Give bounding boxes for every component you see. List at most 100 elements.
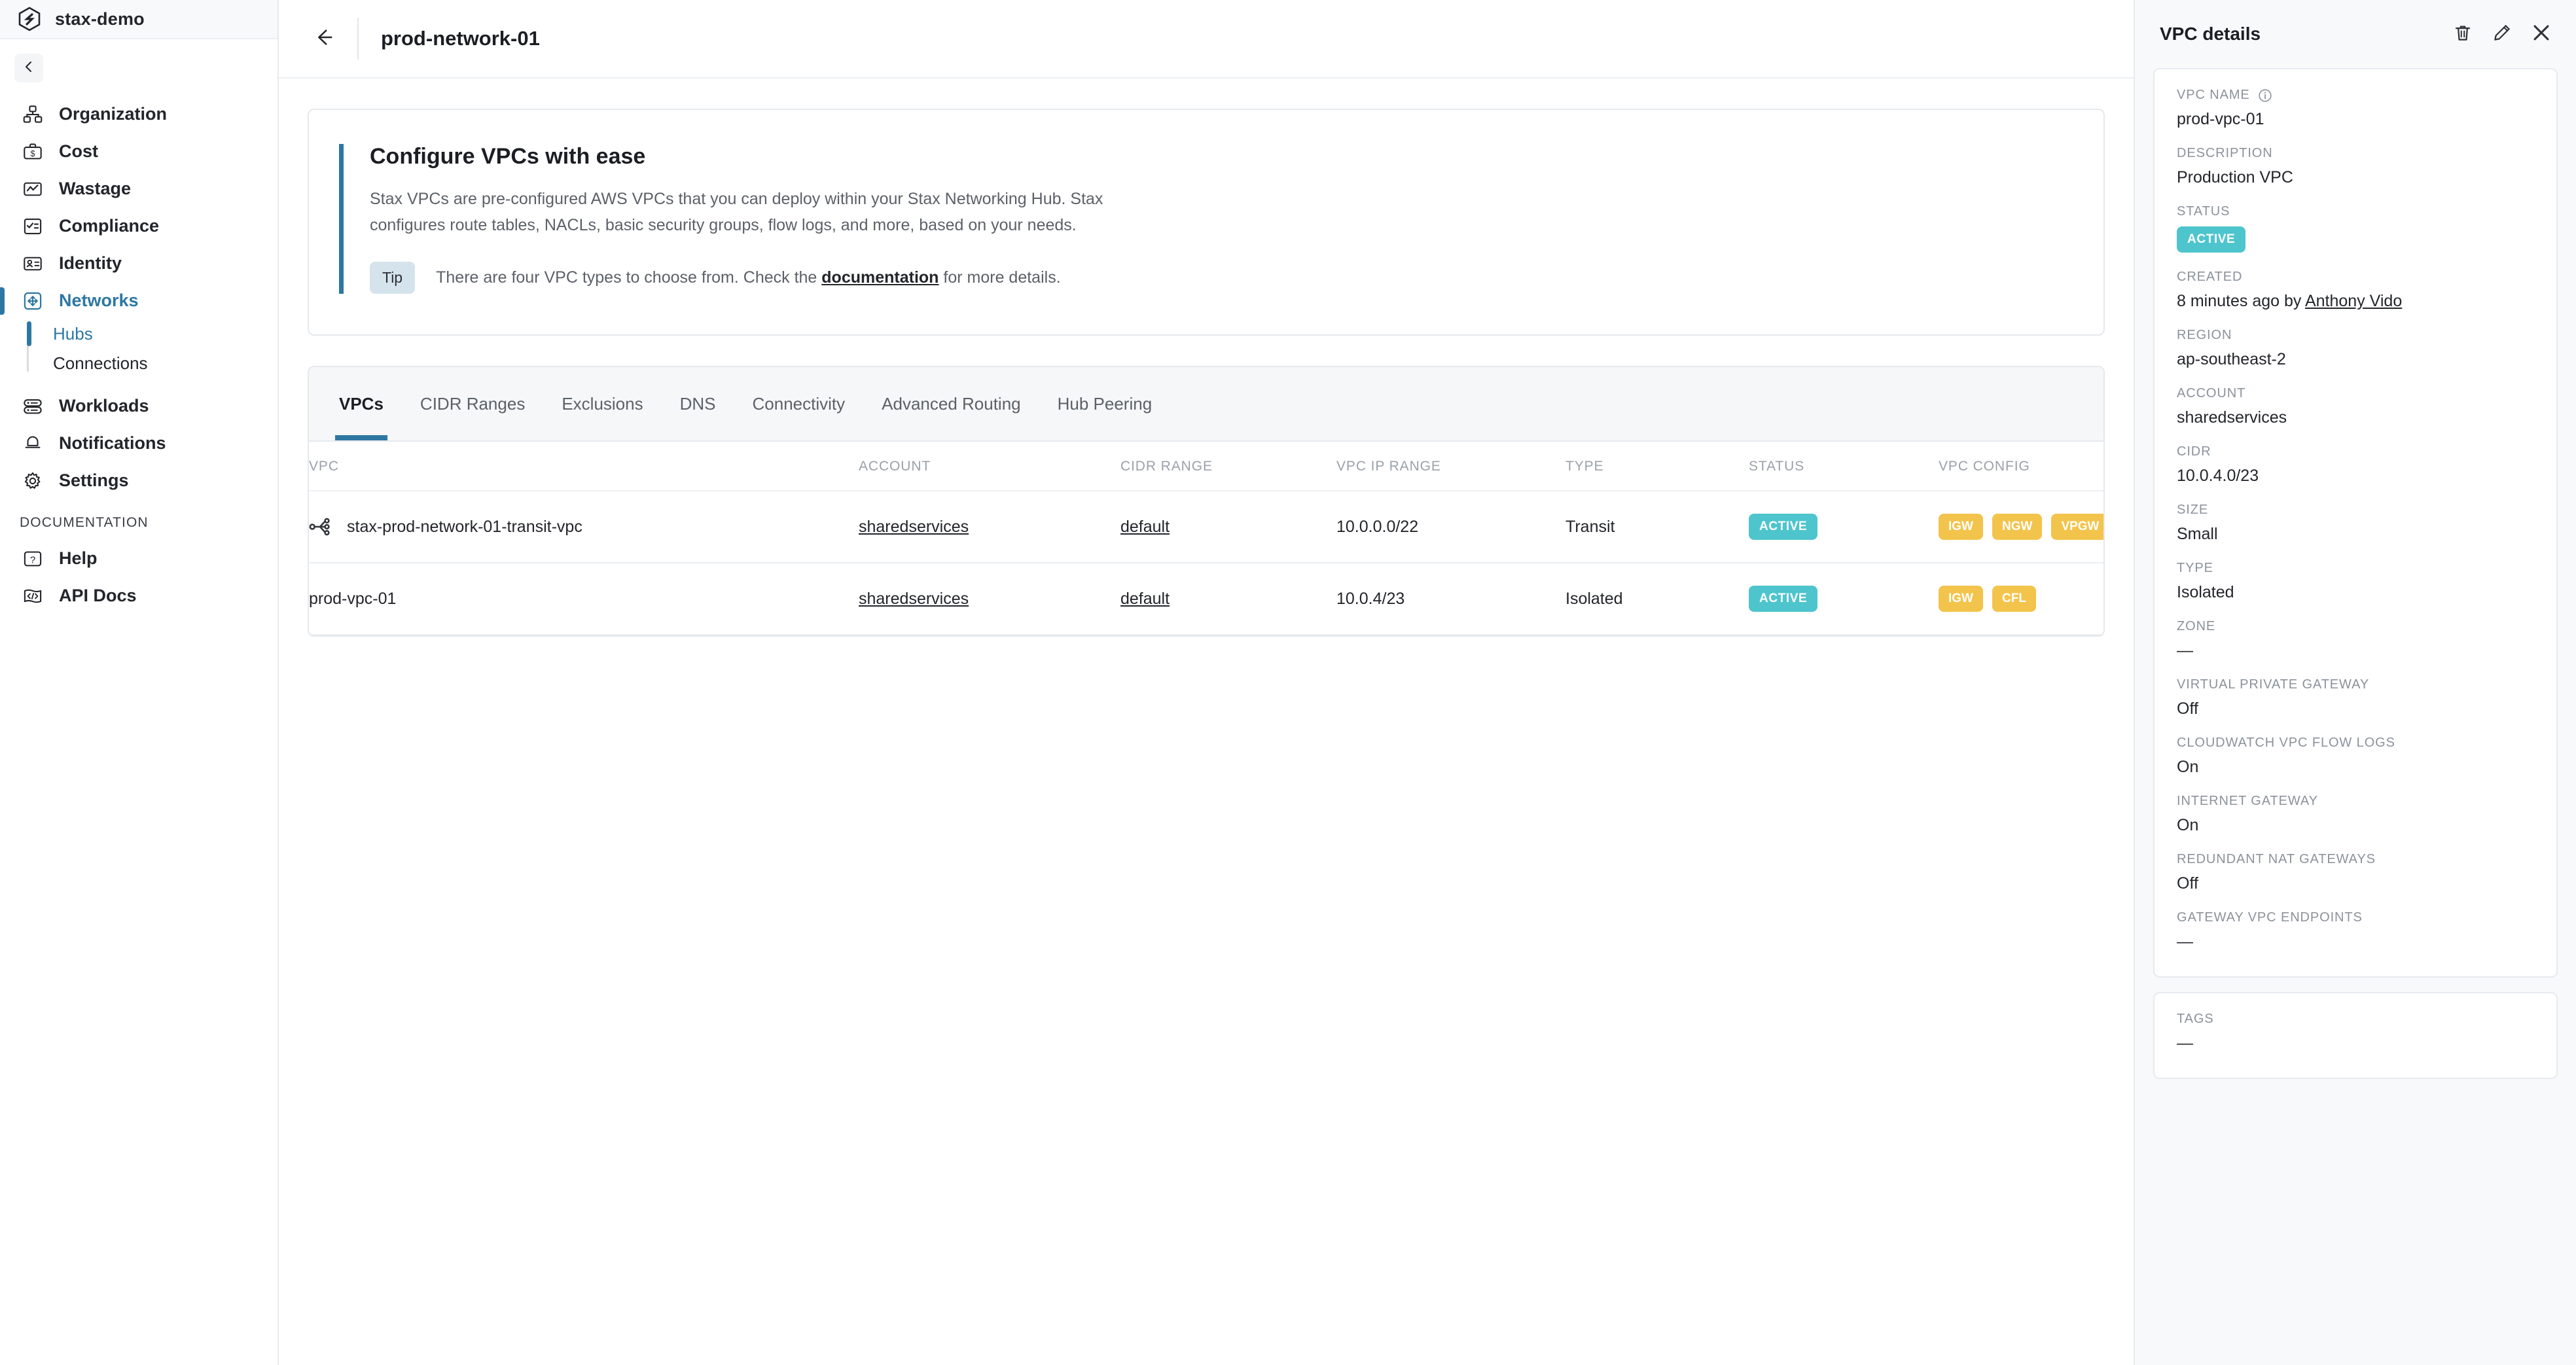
field-value: Isolated [2177, 583, 2234, 601]
info-icon[interactable] [2258, 88, 2272, 103]
field-value: Production VPC [2177, 168, 2293, 186]
field-tags: TAGS — [2177, 1012, 2534, 1053]
stax-hexagon-logo-icon [18, 7, 41, 31]
field-created: CREATED 8 minutes ago by Anthony Vido [2177, 270, 2534, 311]
sidebar-subitem-hubs[interactable]: Hubs [25, 319, 277, 349]
tab-exclusions[interactable]: Exclusions [543, 367, 661, 440]
close-panel-button[interactable] [2526, 19, 2556, 49]
cidr-range-link[interactable]: default [1120, 518, 1170, 536]
field-value: On [2177, 758, 2199, 776]
tab-dns[interactable]: DNS [662, 367, 734, 440]
sidebar-item-label: Help [59, 548, 98, 568]
gear-icon [20, 468, 46, 494]
tab-label: Connectivity [752, 393, 846, 414]
col-header-ip-range[interactable]: VPC IP RANGE [1336, 442, 1565, 491]
col-header-type[interactable]: TYPE [1565, 442, 1749, 491]
field-value: sharedservices [2177, 408, 2287, 427]
cell-vpc[interactable]: stax-prod-network-01-transit-vpc [309, 491, 859, 563]
cell-status: ACTIVE [1749, 491, 1939, 563]
cell-vpc-config: IGW CFL [1939, 563, 2103, 635]
field-label: CREATED [2177, 270, 2243, 284]
field-value: — [2177, 641, 2193, 660]
networks-subnav: Hubs Connections [0, 319, 277, 378]
field-value: ACTIVE [2177, 226, 2534, 253]
tab-advanced-routing[interactable]: Advanced Routing [863, 367, 1039, 440]
briefcase-dollar-icon: $ [20, 139, 46, 165]
sidebar-item-api-docs[interactable]: API Docs [0, 577, 277, 614]
sidebar-subitem-label: Hubs [53, 324, 93, 344]
cell-vpc[interactable]: prod-vpc-01 [309, 563, 859, 635]
status-badge: ACTIVE [1749, 586, 1818, 612]
col-header-status[interactable]: STATUS [1749, 442, 1939, 491]
sidebar-item-label: Cost [59, 141, 98, 161]
org-chart-icon [20, 101, 46, 128]
sidebar-item-networks[interactable]: Networks [0, 282, 277, 319]
vpc-name: stax-prod-network-01-transit-vpc [347, 517, 582, 536]
table-row[interactable]: stax-prod-network-01-transit-vpc shareds… [309, 491, 2103, 563]
question-box-icon: ? [20, 546, 46, 572]
banner-tip-row: Tip There are four VPC types to choose f… [370, 262, 2103, 294]
field-type: TYPE Isolated [2177, 561, 2534, 602]
field-label: TYPE [2177, 561, 2213, 575]
tab-vpcs[interactable]: VPCs [321, 367, 402, 440]
tab-label: CIDR Ranges [420, 393, 526, 414]
field-label: DESCRIPTION [2177, 146, 2273, 160]
table-row[interactable]: prod-vpc-01 sharedservices default 10.0.… [309, 563, 2103, 635]
sidebar-item-help[interactable]: ? Help [0, 540, 277, 577]
field-label: CLOUDWATCH VPC FLOW LOGS [2177, 736, 2395, 750]
sidebar-item-wastage[interactable]: Wastage [0, 170, 277, 207]
status-badge: ACTIVE [1749, 514, 1818, 540]
tab-hub-peering[interactable]: Hub Peering [1039, 367, 1171, 440]
page-title: prod-network-01 [381, 27, 540, 50]
cell-vpc-config: IGW NGW VPGW [1939, 491, 2103, 563]
field-status: STATUS ACTIVE [2177, 204, 2534, 253]
status-badge: ACTIVE [2177, 226, 2246, 253]
sidebar-item-label: Workloads [59, 396, 149, 416]
sidebar-item-identity[interactable]: Identity [0, 245, 277, 282]
svg-text:?: ? [30, 554, 35, 565]
col-header-vpc[interactable]: VPC [309, 442, 859, 491]
documentation-link[interactable]: documentation [821, 268, 939, 287]
sidebar-subitem-connections[interactable]: Connections [25, 349, 277, 378]
sidebar-item-workloads[interactable]: Workloads [0, 387, 277, 425]
config-badge-igw: IGW [1939, 586, 1983, 612]
primary-nav: Organization $ Cost Wastage Compliance I… [0, 96, 277, 614]
field-label: INTERNET GATEWAY [2177, 794, 2318, 808]
chevron-left-icon [21, 59, 37, 78]
sidebar-collapse-button[interactable] [14, 54, 43, 82]
brand-name: stax-demo [55, 9, 145, 29]
cidr-range-link[interactable]: default [1120, 590, 1170, 608]
edit-vpc-button[interactable] [2487, 19, 2517, 49]
tab-connectivity[interactable]: Connectivity [734, 367, 864, 440]
field-label: ACCOUNT [2177, 386, 2246, 400]
created-by-link[interactable]: Anthony Vido [2305, 292, 2402, 310]
config-badge-cfl: CFL [1992, 586, 2036, 612]
sidebar-item-settings[interactable]: Settings [0, 462, 277, 499]
field-region: REGION ap-southeast-2 [2177, 328, 2534, 369]
back-button[interactable] [304, 19, 343, 58]
col-header-vpc-config[interactable]: VPC CONFIG [1939, 442, 2103, 491]
delete-vpc-button[interactable] [2448, 19, 2478, 49]
field-redundant-nat-gateways: REDUNDANT NAT GATEWAYS Off [2177, 852, 2534, 893]
sidebar-item-cost[interactable]: $ Cost [0, 133, 277, 170]
col-header-account[interactable]: ACCOUNT [859, 442, 1120, 491]
field-gateway-vpc-endpoints: GATEWAY VPC ENDPOINTS — [2177, 910, 2534, 951]
sidebar-item-label: Networks [59, 291, 139, 310]
field-label: REDUNDANT NAT GATEWAYS [2177, 852, 2376, 866]
cell-ip-range: 10.0.0.0/22 [1336, 491, 1565, 563]
tab-cidr-ranges[interactable]: CIDR Ranges [402, 367, 543, 440]
cell-type: Transit [1565, 491, 1749, 563]
field-label: GATEWAY VPC ENDPOINTS [2177, 910, 2363, 925]
account-link[interactable]: sharedservices [859, 590, 969, 608]
id-card-icon [20, 251, 46, 277]
field-label: TAGS [2177, 1012, 2214, 1026]
cell-cidr-range: default [1120, 491, 1336, 563]
field-label: ZONE [2177, 619, 2216, 633]
account-link[interactable]: sharedservices [859, 518, 969, 536]
col-header-cidr-range[interactable]: CIDR RANGE [1120, 442, 1336, 491]
vpc-name: prod-vpc-01 [309, 589, 397, 608]
checklist-icon [20, 213, 46, 239]
sidebar-item-compliance[interactable]: Compliance [0, 207, 277, 245]
sidebar-item-organization[interactable]: Organization [0, 96, 277, 133]
sidebar-item-notifications[interactable]: Notifications [0, 425, 277, 462]
